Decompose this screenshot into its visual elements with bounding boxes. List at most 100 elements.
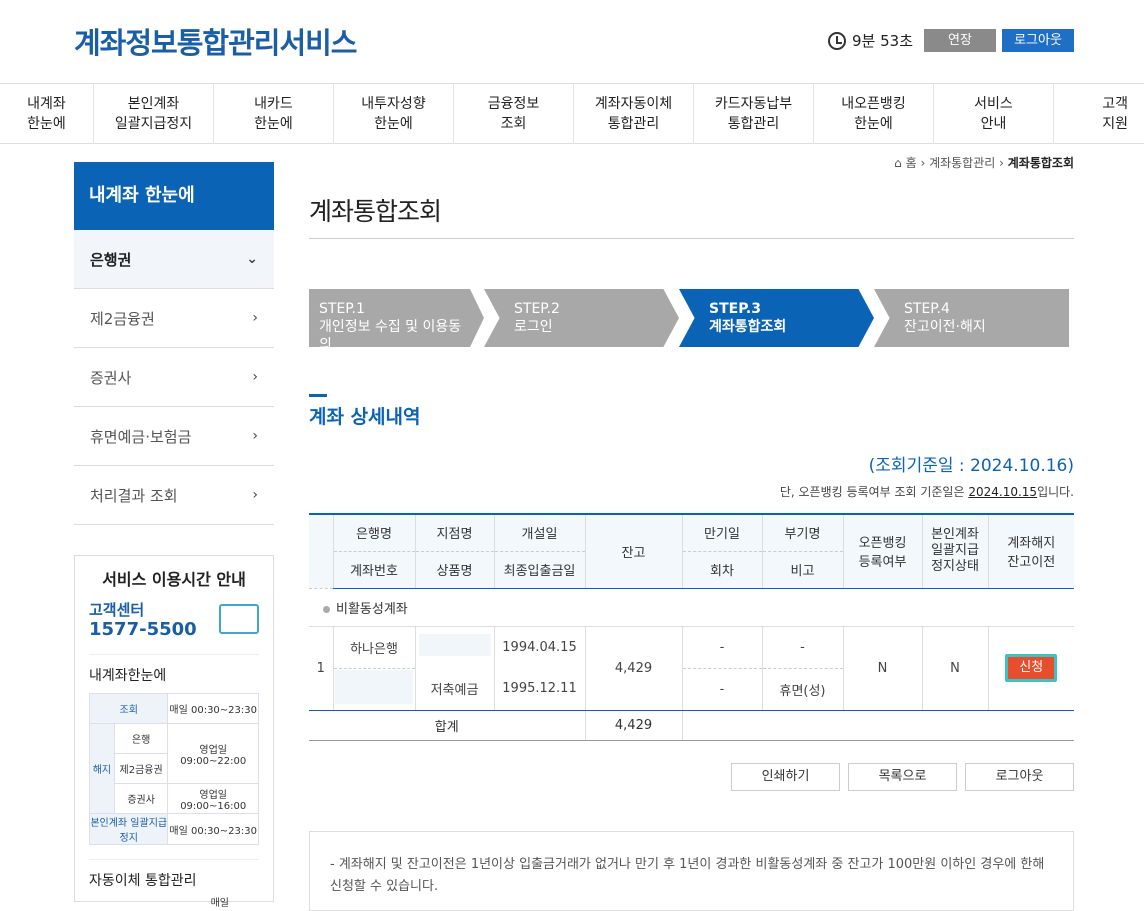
side-nav-item-bank[interactable]: 은행권 ⌄ <box>74 230 274 289</box>
col-header: 최종입출금일 <box>493 551 585 589</box>
cell: 매일 00:30~23:30 <box>167 813 259 845</box>
side-nav-label: 증권사 <box>90 368 132 387</box>
col-header: 계좌해지 잔고이전 <box>987 513 1074 589</box>
gnb-item[interactable]: 계좌자동이체 통합관리 <box>574 84 694 144</box>
clock-icon <box>828 31 846 50</box>
col-header: 만기일 <box>681 513 762 552</box>
side-nav-title: 내계좌 한눈에 <box>74 162 274 230</box>
extend-button[interactable]: 연장 <box>924 29 996 52</box>
col-header: 잔고 <box>584 513 682 589</box>
gnb-item[interactable]: 금융정보 조회 <box>454 84 574 144</box>
gnb-item[interactable]: 본인계좌 일괄지급정지 <box>94 84 214 144</box>
step-number: STEP.3 <box>709 301 761 317</box>
product-name: 저축예금 <box>414 668 494 711</box>
gnb-item[interactable]: 카드자동납부 통합관리 <box>694 84 814 144</box>
service-hours-title: 서비스 이용시간 안내 <box>102 570 246 589</box>
side-nav-label: 은행권 <box>90 250 132 269</box>
side-nav-item-second[interactable]: 제2금융권 › <box>74 289 274 348</box>
total-value: 4,429 <box>584 710 682 741</box>
col-header: 은행명 <box>332 513 415 552</box>
table-row: 1 하나은행 1994.04.15 4,429 - - N N 신청 <box>309 626 1074 711</box>
chevron-down-icon: ⌄ <box>246 251 258 267</box>
side-nav-label: 제2금융권 <box>90 309 155 328</box>
info-box: - 계좌해지 및 잔고이전은 1년이상 입출금거래가 없거나 만기 후 1년이 … <box>309 831 1074 911</box>
action-buttons: 인쇄하기 목록으로 로그아웃 <box>731 763 1074 791</box>
gnb-item[interactable]: 서비스 안내 <box>934 84 1054 144</box>
logout-button-top[interactable]: 로그아웃 <box>1002 29 1074 52</box>
step-label: 잔고이전·해지 <box>904 319 986 335</box>
service-hours-box: 서비스 이용시간 안내 고객센터 1577-5500 내계좌한눈에 조회 매일 0… <box>74 555 274 909</box>
step-3: STEP.3 계좌통합조회 <box>679 289 874 347</box>
breadcrumb-home[interactable]: 홈 <box>906 156 917 170</box>
col-header: 비고 <box>761 551 843 589</box>
chevron-right-icon: › <box>252 369 258 385</box>
reference-date: (조회기준일 : 2024.10.16) <box>868 456 1074 476</box>
cell: 해지 <box>89 723 115 814</box>
side-nav-item-securities[interactable]: 증권사 › <box>74 348 274 407</box>
gnb-item[interactable]: 내계좌 한눈에 <box>0 84 94 144</box>
gnb-item[interactable]: 내카드 한눈에 <box>214 84 334 144</box>
timer-text: 9분 53초 <box>852 32 913 50</box>
page-title: 계좌통합조회 <box>309 197 442 226</box>
last-transaction: 1995.12.11 <box>493 668 585 711</box>
step-number: STEP.4 <box>904 301 950 317</box>
step-indicator: STEP.1 개인정보 수집 및 이용동의 STEP.2 로그인 STEP.3 계좌통… <box>309 289 1069 347</box>
note-date: 2024.10.15 <box>968 485 1038 499</box>
cell: 영업일 09:00~16:00 <box>167 783 259 814</box>
cell: 증권사 <box>113 783 169 814</box>
site-logo[interactable]: 계좌정보통합관리서비스 <box>74 20 357 62</box>
branch-name <box>414 626 494 668</box>
col-header: 계좌번호 <box>332 551 415 589</box>
logout-button[interactable]: 로그아웃 <box>965 763 1074 791</box>
breadcrumb-current: 계좌통합조회 <box>1007 156 1074 170</box>
stop-status: N <box>921 626 988 711</box>
step-label: 로그인 <box>514 319 553 335</box>
step-4: STEP.4 잔고이전·해지 <box>874 289 1069 347</box>
round: - <box>681 668 762 711</box>
breadcrumb-mid[interactable]: 계좌통합관리 <box>929 156 995 170</box>
divider <box>309 238 1074 239</box>
cell: 영업일 09:00~22:00 <box>167 723 259 784</box>
step-label: 개인정보 수집 및 이용동의 <box>319 319 462 353</box>
side-nav-label: 처리결과 조회 <box>90 486 178 505</box>
col-header: 오픈뱅킹 등록여부 <box>842 513 922 589</box>
step-1: STEP.1 개인정보 수집 및 이용동의 <box>309 289 484 347</box>
account-detail-table: 은행명 지점명 개설일 잔고 만기일 부기명 오픈뱅킹 등록여부 본인계좌 일괄… <box>309 513 1074 741</box>
col-header: 상품명 <box>414 551 494 589</box>
apply-cell: 신청 <box>987 626 1074 711</box>
group-text: 비활동성계좌 <box>336 601 408 617</box>
masked-field <box>418 634 491 657</box>
bullet-icon <box>323 605 330 613</box>
sub-name: - <box>761 626 843 669</box>
header: 계좌정보통합관리서비스 9분 53초 연장 로그아웃 <box>0 0 1144 84</box>
cell: 본인계좌 일괄지급정지 <box>88 813 169 845</box>
gnb-item[interactable]: 내투자성향 한눈에 <box>334 84 454 144</box>
service-section-title: 내계좌한눈에 <box>89 654 259 685</box>
balance: 4,429 <box>584 626 682 711</box>
home-icon[interactable]: ⌂ <box>894 156 902 170</box>
side-nav-item-result[interactable]: 처리결과 조회 › <box>74 466 274 525</box>
gnb-item[interactable]: 내오픈뱅킹 한눈에 <box>814 84 934 144</box>
side-nav-item-dormant[interactable]: 휴면예금·보험금 › <box>74 407 274 466</box>
account-number <box>332 668 415 711</box>
openbanking-status: N <box>842 626 922 711</box>
col-header <box>309 513 333 589</box>
list-button[interactable]: 목록으로 <box>848 763 957 791</box>
apply-button[interactable]: 신청 <box>1005 654 1058 682</box>
cell: 매일 00:30~23:30 <box>167 693 259 724</box>
gnb-item[interactable]: 고객 지원 <box>1054 84 1144 144</box>
col-header: 부기명 <box>761 513 843 552</box>
row-number: 1 <box>309 626 333 711</box>
total-row: 합계 4,429 <box>309 710 1074 741</box>
side-nav: 내계좌 한눈에 은행권 ⌄ 제2금융권 › 증권사 › 휴면예금·보험금 › 처리결과 … <box>74 162 274 525</box>
chevron-right-icon: › <box>252 428 258 444</box>
note-text: 단, 오픈뱅킹 등록여부 조회 기준일은 <box>779 485 969 499</box>
note-text: 입니다. <box>1037 485 1074 499</box>
side-nav-label: 휴면예금·보험금 <box>90 427 192 446</box>
print-button[interactable]: 인쇄하기 <box>731 763 840 791</box>
step-number: STEP.1 <box>319 301 365 317</box>
chevron-right-icon: › <box>252 487 258 503</box>
col-header: 지점명 <box>414 513 494 552</box>
service-hours-table: 조회 매일 00:30~23:30 해지 은행 영업일 09:00~22:00 제2금… <box>88 693 259 845</box>
global-nav: 내계좌 한눈에 본인계좌 일괄지급정지 내카드 한눈에 내투자성향 한눈에 금융… <box>0 84 1144 144</box>
